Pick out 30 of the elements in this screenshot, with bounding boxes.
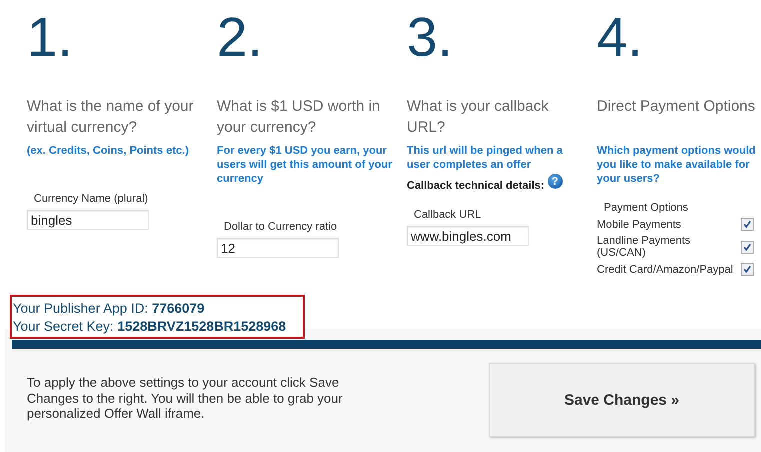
field-label: Callback URL [414,209,482,221]
step-hint: For every $1 USD you earn, your users will get this amount of your currency [217,144,394,186]
save-button[interactable]: Save Changes » [489,363,755,437]
credential-line: Your Publisher App ID: 7766079 [12,300,206,318]
step-hint: (ex. Credits, Coins, Points etc.) [27,144,190,158]
field-label: Dollar to Currency ratio [224,221,338,233]
step-question: What is the name of your virtual currency? [27,97,195,138]
credential-line: Your Secret Key: 1528BRVZ1528BR1528968 [12,318,288,336]
checkbox[interactable] [741,240,754,254]
step-number: 4. [597,10,643,70]
checkbox[interactable] [741,263,754,276]
step-hint: Which payment options would you like to make available for your users? [597,144,757,186]
instruction-text: To apply the above settings to your account click Save Changes to the right. You will then be able to grab your personalized Offer Wall iframe. [27,375,344,422]
step-hint: This url will be pinged when a user completes an offer [407,144,564,172]
details-label: Callback technical details: [407,180,545,192]
option-label: Mobile Payments [597,218,682,230]
field-label: Currency Name (plural) [34,193,148,205]
step-question: What is your callback URL? [407,97,550,138]
option-label: Landline Payments (US/CAN) [597,235,692,259]
checkbox[interactable] [741,218,754,231]
input-field[interactable]: www.bingles.com [407,226,529,246]
step-question: Direct Payment Options [597,97,756,117]
options-label: Payment Options [604,202,690,214]
step-number: 3. [407,10,453,70]
step-number: 1. [27,10,73,70]
step-question: What is $1 USD worth in your currency? [217,97,382,138]
step-number: 2. [217,10,263,70]
input-field[interactable]: bingles [27,210,149,230]
input-field[interactable]: 12 [217,238,339,258]
option-label: Credit Card/Amazon/Paypal [597,264,734,276]
